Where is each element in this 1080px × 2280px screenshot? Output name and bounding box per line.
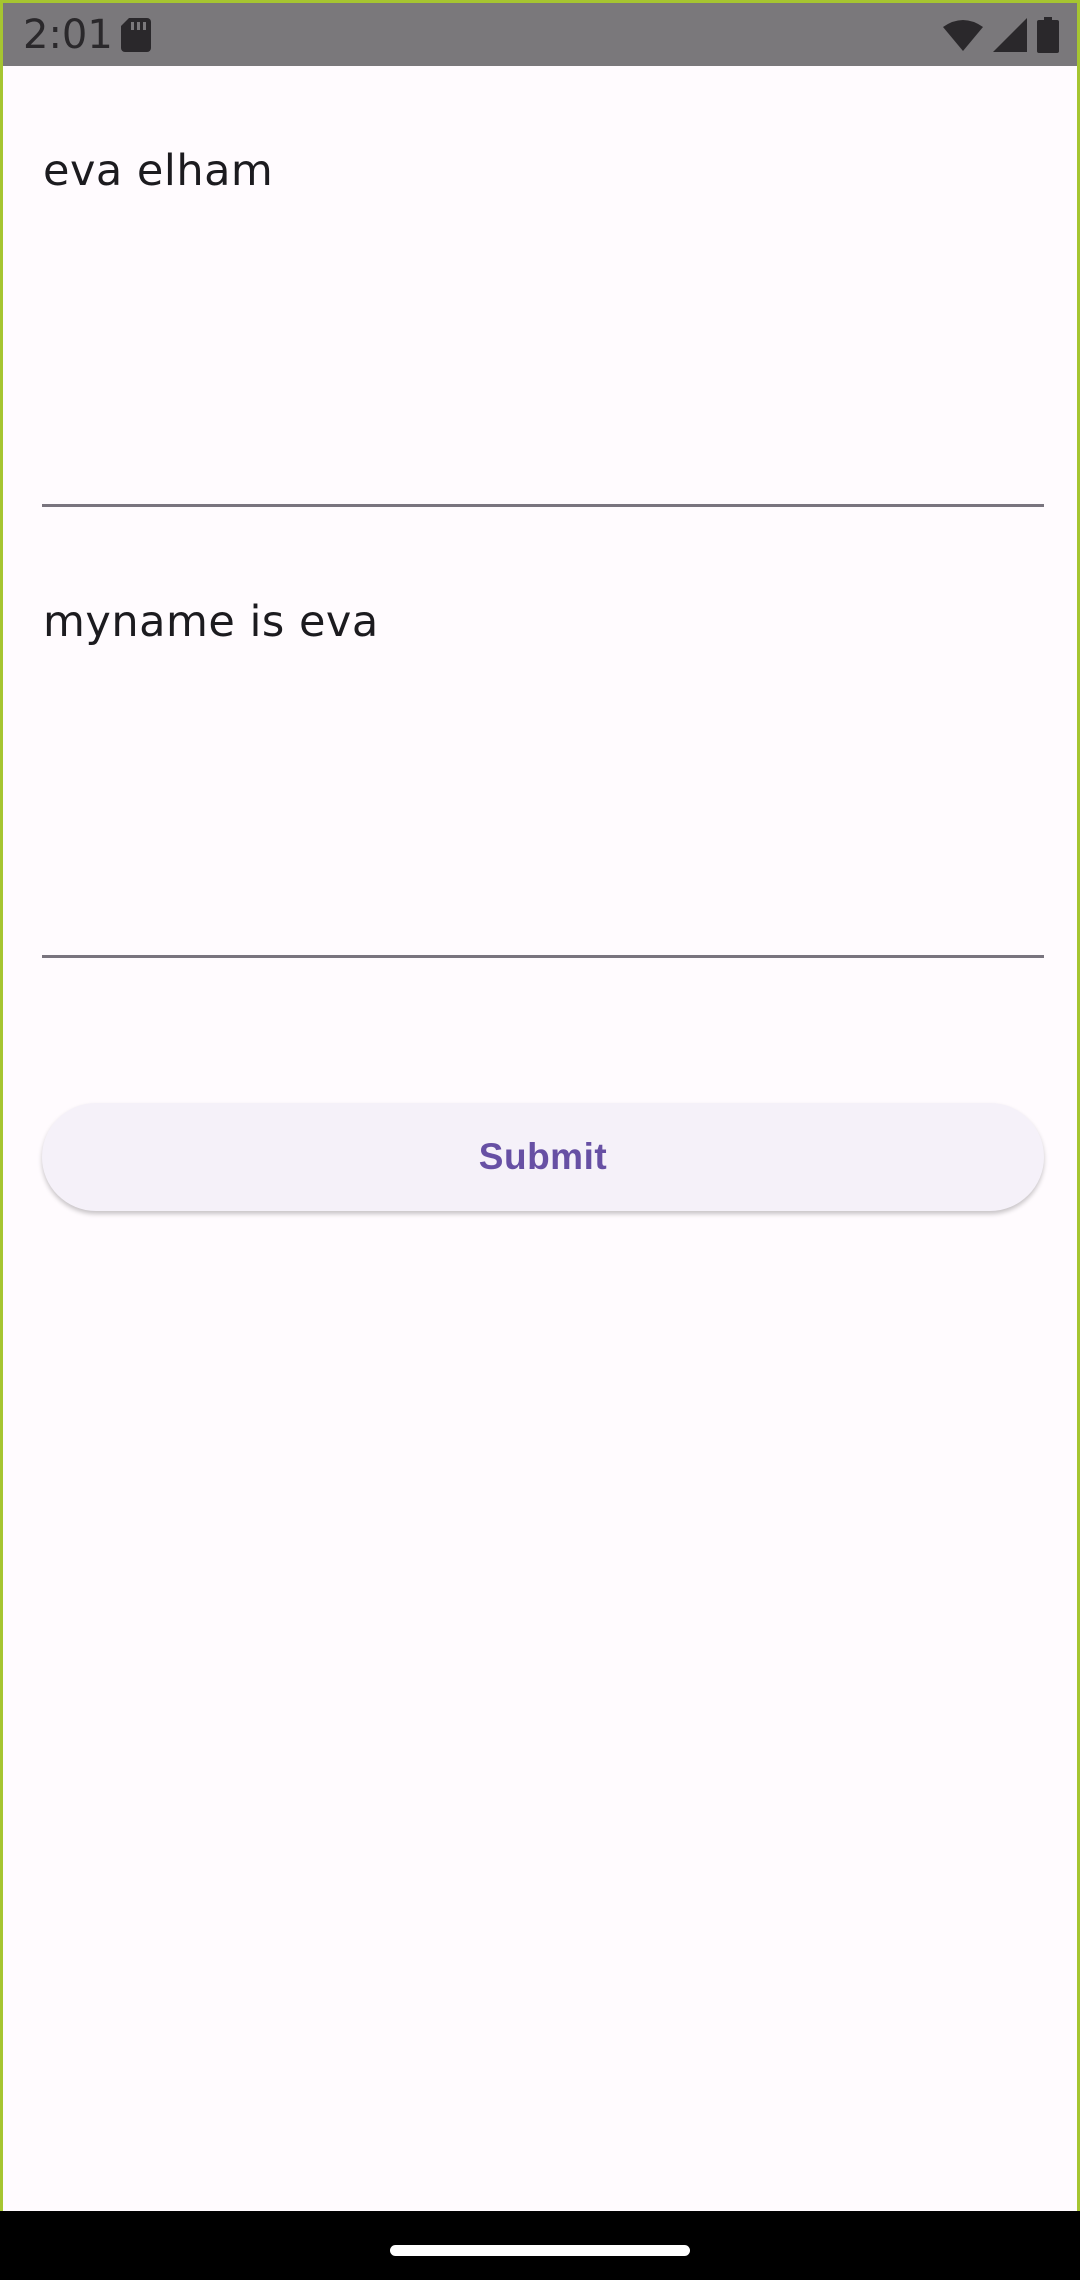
submit-button[interactable]: Submit	[42, 1103, 1044, 1211]
sd-card-icon	[121, 18, 151, 52]
status-bar: 2:01	[3, 3, 1077, 66]
name-field[interactable]: eva elham	[42, 103, 1044, 507]
home-indicator[interactable]	[390, 2245, 690, 2256]
submit-button-label: Submit	[478, 1136, 608, 1177]
wifi-icon	[943, 19, 983, 51]
name-field-value[interactable]: eva elham	[43, 143, 273, 199]
status-icons	[943, 17, 1059, 53]
navigation-bar	[0, 2211, 1080, 2280]
message-field[interactable]: myname is eva	[42, 554, 1044, 958]
app-screen: 2:01 eva elham myname is eva Submit	[0, 0, 1080, 2280]
message-field-value[interactable]: myname is eva	[43, 594, 379, 650]
status-time: 2:01	[23, 12, 113, 58]
battery-icon	[1037, 17, 1059, 53]
signal-icon	[993, 18, 1027, 52]
